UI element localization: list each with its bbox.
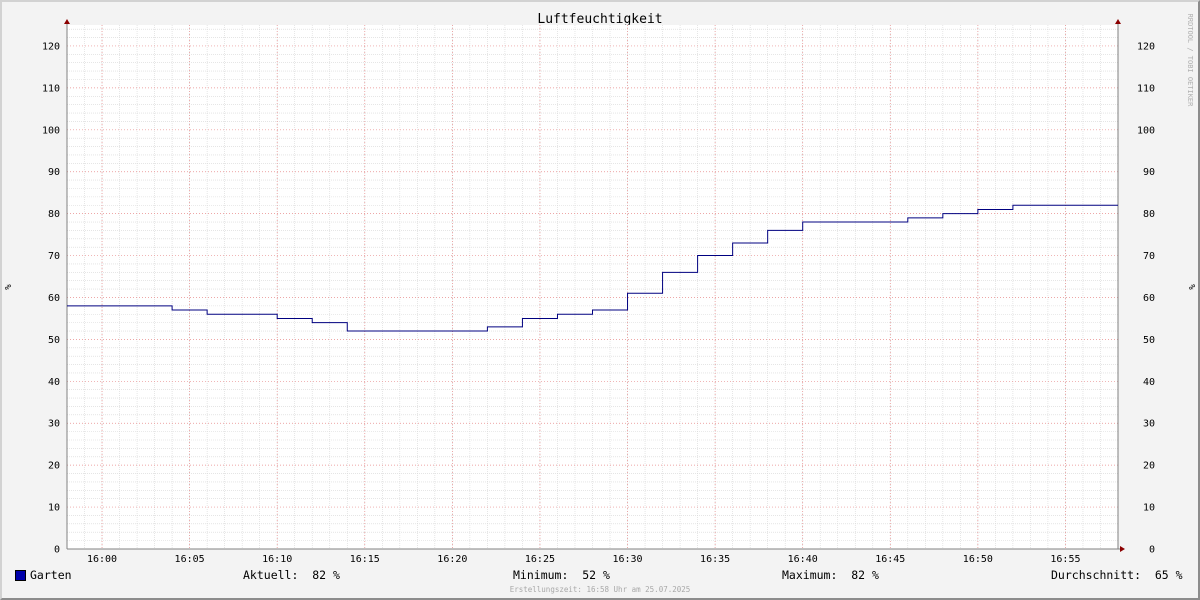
- x-tick-label: 16:05: [175, 554, 205, 565]
- y-tick-label-left: 40: [48, 377, 60, 388]
- chart-title: Luftfeuchtigkeit: [537, 12, 662, 27]
- legend-durchschnitt: Durchschnitt: 65 %: [1051, 568, 1183, 582]
- legend-series-name: Garten: [30, 568, 72, 582]
- y-axis-arrow-left: [64, 19, 70, 24]
- x-axis-arrow: [1120, 546, 1125, 552]
- legend-minimum: Minimum: 52 %: [513, 568, 610, 582]
- y-tick-label-right: 0: [1149, 545, 1155, 556]
- y-tick-label-left: 120: [42, 41, 60, 52]
- y-tick-label-right: 30: [1143, 419, 1155, 430]
- x-tick-label: 16:40: [788, 554, 818, 565]
- y-tick-label-right: 70: [1143, 251, 1155, 262]
- y-tick-label-left: 0: [54, 545, 60, 556]
- y-tick-label-right: 120: [1137, 41, 1155, 52]
- x-tick-label: 16:00: [87, 554, 117, 565]
- y-tick-label-right: 90: [1143, 167, 1155, 178]
- y-tick-label-left: 90: [48, 167, 60, 178]
- y-tick-label-left: 20: [48, 461, 60, 472]
- x-tick-label: 16:45: [875, 554, 905, 565]
- y-tick-label-left: 60: [48, 293, 60, 304]
- x-tick-label: 16:25: [525, 554, 555, 565]
- legend-swatch-garten: [15, 570, 26, 581]
- y-tick-label-right: 60: [1143, 293, 1155, 304]
- rrdtool-watermark: RRDTOOL / TOBI OETIKER: [1186, 14, 1194, 108]
- y-tick-label-right: 110: [1137, 83, 1155, 94]
- footer-timestamp: Erstellungszeit: 16:58 Uhr am 25.07.2025: [509, 585, 691, 594]
- y-tick-label-left: 30: [48, 419, 60, 430]
- x-tick-label: 16:15: [350, 554, 380, 565]
- y-tick-label-right: 20: [1143, 461, 1155, 472]
- x-tick-label: 16:55: [1050, 554, 1080, 565]
- y-tick-label-left: 50: [48, 335, 60, 346]
- y-tick-label-right: 40: [1143, 377, 1155, 388]
- legend-aktuell: Aktuell: 82 %: [243, 568, 340, 582]
- y-tick-label-right: 10: [1143, 503, 1155, 514]
- x-tick-label: 16:35: [700, 554, 730, 565]
- y-axis-arrow-right: [1115, 19, 1121, 24]
- y-tick-label-left: 70: [48, 251, 60, 262]
- y-axis-label-right: %: [1186, 284, 1196, 290]
- y-axis-label-left: %: [4, 284, 14, 290]
- y-tick-label-left: 110: [42, 83, 60, 94]
- x-tick-label: 16:50: [963, 554, 993, 565]
- x-tick-label: 16:30: [612, 554, 642, 565]
- y-tick-label-left: 80: [48, 209, 60, 220]
- y-tick-label-right: 50: [1143, 335, 1155, 346]
- x-tick-label: 16:10: [262, 554, 292, 565]
- y-tick-label-left: 10: [48, 503, 60, 514]
- y-tick-label-right: 80: [1143, 209, 1155, 220]
- humidity-chart: Luftfeuchtigkeit % % RRDTOOL / TOBI OETI…: [4, 12, 1196, 565]
- legend-maximum: Maximum: 82 %: [782, 568, 879, 582]
- y-tick-label-right: 100: [1137, 125, 1155, 136]
- x-tick-label: 16:20: [437, 554, 467, 565]
- y-tick-label-left: 100: [42, 125, 60, 136]
- x-tick-labels: 16:00 16:05 16:10 16:15 16:20 16:25 16:30 16:35…: [87, 554, 1081, 565]
